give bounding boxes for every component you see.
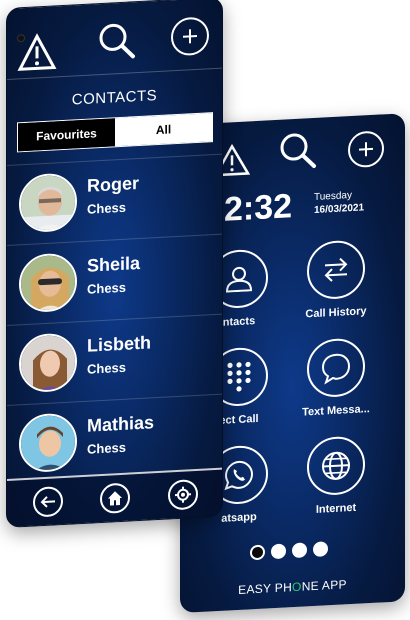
call-history-label: Call History xyxy=(305,305,367,321)
avatar xyxy=(19,172,77,234)
page-dot[interactable] xyxy=(313,541,328,558)
contact-name: Sheila xyxy=(87,252,141,276)
call-history-tile[interactable] xyxy=(307,239,365,301)
warning-icon[interactable] xyxy=(17,32,57,77)
add-contact-button[interactable] xyxy=(171,16,209,57)
page-dot-active[interactable] xyxy=(250,544,265,561)
swap-arrows-icon xyxy=(324,257,348,282)
contact-name: Roger xyxy=(87,173,140,196)
internet-tile[interactable] xyxy=(307,435,365,497)
internet-label: Internet xyxy=(315,501,357,516)
clock-time: 2:32 xyxy=(224,187,293,229)
back-button[interactable] xyxy=(33,486,63,518)
contact-group: Chess xyxy=(87,279,127,297)
search-icon[interactable] xyxy=(97,20,137,67)
contact-row[interactable]: Sheila Chess xyxy=(7,233,222,325)
page-title: CONTACTS xyxy=(71,87,158,109)
home-icon xyxy=(108,491,122,506)
contact-row[interactable]: Lisbeth Chess xyxy=(7,313,222,405)
contact-group: Chess xyxy=(87,359,127,377)
settings-icon xyxy=(175,486,191,503)
bottom-navigation xyxy=(7,467,222,527)
whatsapp-icon xyxy=(224,460,254,491)
tab-favourites[interactable]: Favourites xyxy=(18,118,115,152)
date-day: Tuesday xyxy=(314,189,352,203)
page-dot[interactable] xyxy=(271,543,286,560)
chat-bubble-icon xyxy=(321,353,351,385)
search-icon[interactable] xyxy=(278,130,318,177)
tab-all[interactable]: All xyxy=(115,113,212,147)
page-indicator xyxy=(250,541,328,561)
page-dot[interactable] xyxy=(292,542,307,559)
contacts-screen-phone: CONTACTS Favourites All Roger Chess Shei… xyxy=(6,0,223,529)
back-icon xyxy=(40,496,55,508)
date-value: 16/03/2021 xyxy=(314,202,365,216)
plus-icon xyxy=(183,29,197,44)
home-button[interactable] xyxy=(100,482,130,515)
globe-icon xyxy=(322,451,350,480)
contact-group: Chess xyxy=(87,439,127,457)
avatar xyxy=(19,252,77,314)
dialpad-icon xyxy=(227,361,251,392)
settings-button[interactable] xyxy=(168,478,198,511)
brand-logo: EASY PHONE APP xyxy=(238,577,347,597)
avatar xyxy=(19,332,77,394)
contact-name: Lisbeth xyxy=(87,332,152,356)
text-messages-label: Text Messa... xyxy=(302,403,370,419)
contact-row[interactable]: Roger Chess xyxy=(7,153,222,245)
contacts-icon xyxy=(225,266,253,293)
contact-group: Chess xyxy=(87,199,127,217)
add-icon[interactable] xyxy=(348,130,384,169)
avatar xyxy=(19,412,77,474)
contacts-filter-tabs: Favourites All xyxy=(17,112,213,153)
text-messages-tile[interactable] xyxy=(307,337,365,399)
contact-name: Mathias xyxy=(87,412,155,436)
